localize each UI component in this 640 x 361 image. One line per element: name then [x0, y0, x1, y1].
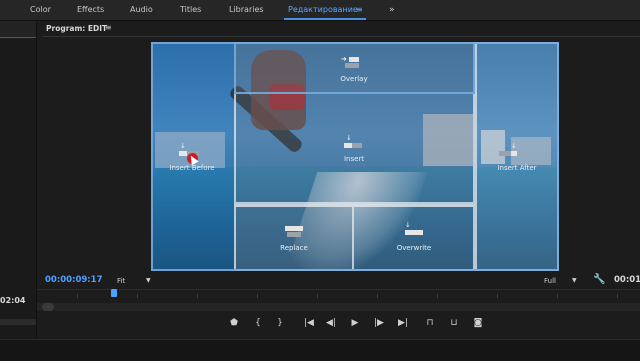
export-frame-button[interactable]: ◙ — [471, 316, 485, 330]
ruler-tick — [497, 294, 498, 298]
ruler-tick — [377, 294, 378, 298]
more-workspaces-icon[interactable]: » — [389, 0, 395, 20]
program-monitor: Program: EDIT ≡ ➜ Overlay ↓ Insert ↓ Ins… — [37, 21, 640, 339]
active-workspace-indicator — [284, 18, 366, 20]
ruler-tick — [77, 294, 78, 298]
monitor-header-divider — [42, 36, 640, 37]
ruler-tick — [137, 294, 138, 298]
ruler-tick — [317, 294, 318, 298]
time-ruler[interactable] — [37, 289, 640, 299]
mark-in-button[interactable]: { — [253, 316, 263, 330]
zoom-level-select[interactable]: Fit — [117, 277, 125, 285]
overlay-icon: ➜ — [341, 56, 359, 68]
left-panel-timecode: 02:04 — [0, 296, 26, 305]
drop-zone-insert[interactable] — [234, 94, 475, 204]
playhead[interactable] — [111, 289, 117, 297]
add-marker-button[interactable]: ⬟ — [229, 316, 239, 330]
overwrite-icon: ↓ — [405, 222, 423, 235]
insert-icon: ↓ — [344, 135, 362, 148]
drop-zone-overlay[interactable] — [234, 42, 475, 94]
workspace-tab-titles[interactable]: Titles — [180, 0, 201, 20]
replace-label: Replace — [280, 244, 308, 252]
insert-after-icon: ↓ — [499, 143, 517, 156]
play-button[interactable]: ▶ — [349, 316, 361, 330]
video-frame[interactable]: ➜ Overlay ↓ Insert ↓ Insert Before ↓ Ins… — [151, 42, 559, 271]
go-to-out-button[interactable]: ▶| — [395, 316, 411, 330]
lift-button[interactable]: ⊓ — [423, 316, 437, 330]
transport-controls: ⬟ { } |◀ ◀| ▶ |▶ ▶| ⊓ ⊔ ◙ — [37, 313, 640, 333]
ruler-tick — [197, 294, 198, 298]
workspace-bar: Color Effects Audio Titles Libraries Ред… — [0, 0, 640, 21]
replace-icon — [285, 226, 303, 238]
overwrite-label: Overwrite — [396, 244, 432, 252]
insert-after-label: Insert After — [497, 164, 537, 172]
zoom-scroll-bar[interactable] — [37, 303, 640, 311]
mouse-cursor — [187, 153, 199, 166]
wrench-icon[interactable]: 🔧 — [593, 274, 605, 285]
extract-button[interactable]: ⊔ — [447, 316, 461, 330]
left-panel-header — [0, 21, 36, 38]
workspace-tab-audio[interactable]: Audio — [130, 0, 153, 20]
ruler-tick — [617, 294, 618, 298]
chevron-down-icon[interactable]: ▼ — [146, 277, 151, 284]
ruler-tick — [557, 294, 558, 298]
zoom-scroll-handle[interactable] — [42, 303, 54, 311]
monitor-title[interactable]: Program: EDIT — [46, 24, 107, 33]
ruler-tick — [437, 294, 438, 298]
overlay-label: Overlay — [340, 75, 368, 83]
current-timecode[interactable]: 00:00:09:17 — [45, 275, 103, 285]
monitor-header: Program: EDIT ≡ — [37, 21, 640, 37]
workspace-tab-editing[interactable]: Редактирование — [288, 0, 358, 20]
drop-zone-insert-after[interactable] — [475, 42, 559, 271]
chevron-down-icon[interactable]: ▼ — [572, 277, 577, 284]
left-panel: 02:04 + — [0, 21, 37, 353]
step-back-button[interactable]: ◀| — [323, 316, 339, 330]
bottom-panel-edge — [0, 339, 640, 361]
left-panel-scrollbar[interactable] — [0, 319, 36, 325]
insert-label: Insert — [343, 155, 365, 163]
ruler-tick — [257, 294, 258, 298]
workspace-tab-libraries[interactable]: Libraries — [229, 0, 264, 20]
step-forward-button[interactable]: |▶ — [371, 316, 387, 330]
playback-resolution-select[interactable]: Full — [544, 277, 556, 285]
monitor-menu-icon[interactable]: ≡ — [105, 23, 112, 32]
workspace-tab-effects[interactable]: Effects — [77, 0, 104, 20]
workspace-menu-icon[interactable]: ≡ — [356, 0, 363, 20]
mark-out-button[interactable]: } — [275, 316, 285, 330]
workspace-tab-color[interactable]: Color — [30, 0, 51, 20]
duration-timecode: 00:01: — [614, 275, 640, 285]
go-to-in-button[interactable]: |◀ — [301, 316, 317, 330]
drop-zone-overwrite[interactable] — [354, 204, 475, 271]
